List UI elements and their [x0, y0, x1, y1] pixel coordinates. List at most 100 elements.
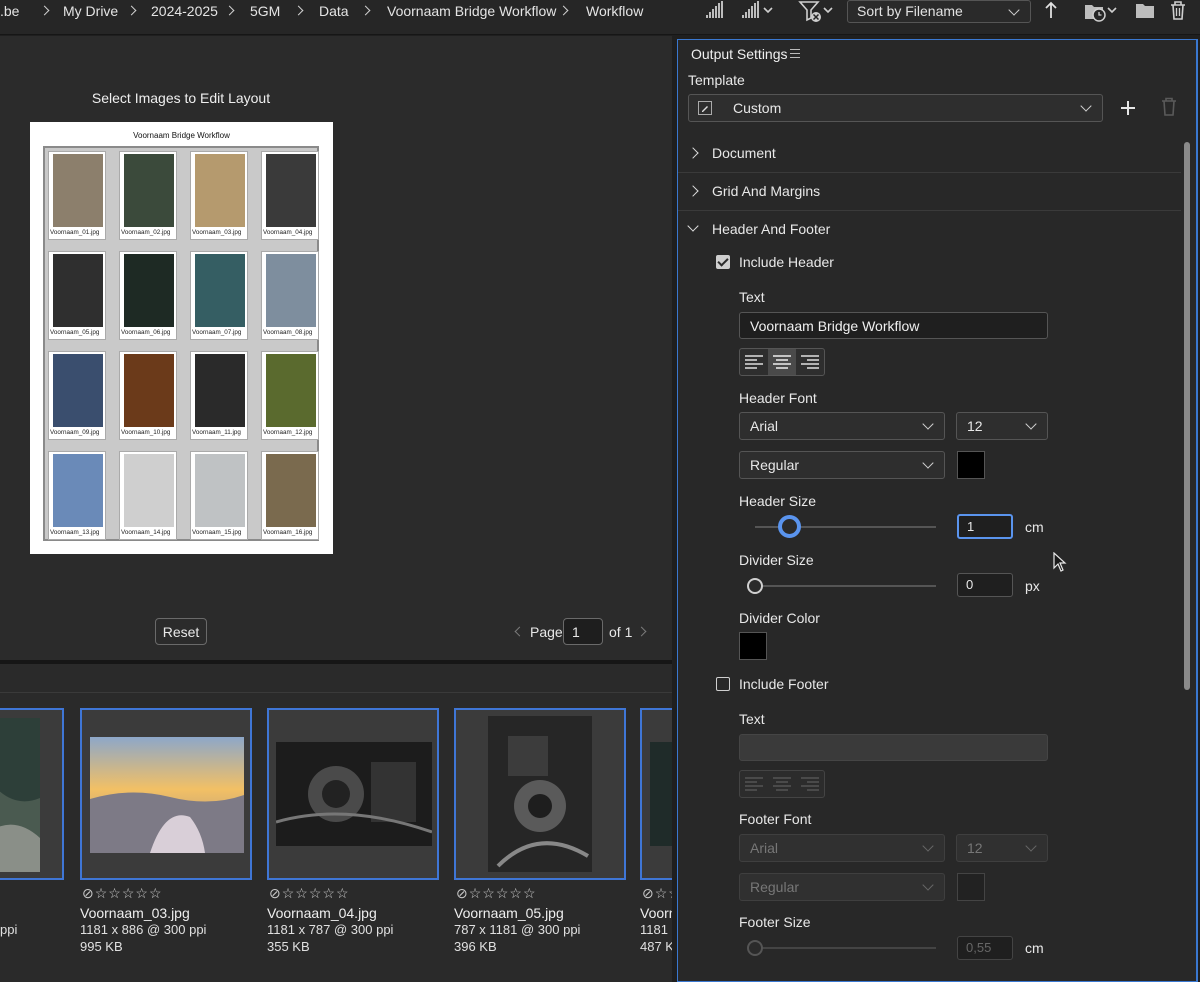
delete-template-icon[interactable]: [1160, 97, 1178, 117]
quality-high-icon[interactable]: [740, 0, 776, 22]
grid-cell[interactable]: Voornaam_06.jpg: [119, 251, 177, 340]
grid-cell[interactable]: Voornaam_03.jpg: [190, 151, 248, 240]
grid-cell[interactable]: Voornaam_10.jpg: [119, 351, 177, 440]
rating-stars[interactable]: ⊘☆☆☆☆☆: [82, 885, 163, 902]
grid-thumbnail-image: [195, 354, 245, 427]
grid-cell[interactable]: Voornaam_04.jpg: [261, 151, 319, 240]
sort-dropdown[interactable]: Sort by Filename: [847, 0, 1031, 23]
grid-cell[interactable]: Voornaam_11.jpg: [190, 351, 248, 440]
footer-text-input[interactable]: [739, 734, 1048, 761]
grid-cell[interactable]: Voornaam_12.jpg: [261, 351, 319, 440]
section-label: Header And Footer: [712, 221, 831, 237]
header-text-input[interactable]: Voornaam Bridge Workflow: [739, 312, 1048, 339]
reject-icon[interactable]: ⊘: [456, 885, 469, 901]
reject-icon[interactable]: ⊘: [642, 885, 655, 901]
contact-sheet-page[interactable]: Voornaam Bridge Workflow Voornaam_01.jpg…: [30, 122, 333, 554]
align-right-icon[interactable]: [796, 349, 824, 375]
footer-size-slider-knob[interactable]: [747, 940, 763, 956]
grid-thumbnail-image: [53, 454, 103, 527]
grid-cell[interactable]: Voornaam_01.jpg: [48, 151, 106, 240]
thumbnail-card[interactable]: [0, 708, 64, 880]
header-font-color-swatch[interactable]: [957, 451, 985, 479]
quality-low-icon[interactable]: [704, 0, 726, 22]
include-footer-label: Include Footer: [739, 676, 829, 692]
footer-size-slider-track[interactable]: [755, 947, 936, 949]
grid-thumbnail-caption: Voornaam_05.jpg: [50, 329, 100, 336]
rating-stars[interactable]: ⊘☆☆☆☆☆: [642, 885, 672, 902]
add-template-icon[interactable]: [1120, 100, 1136, 116]
divider-size-slider-knob[interactable]: [747, 578, 763, 594]
sort-direction-icon[interactable]: [1043, 0, 1059, 22]
previous-page-icon[interactable]: [514, 626, 525, 637]
align-left-icon[interactable]: [740, 349, 768, 375]
thumbnail-image: [276, 742, 432, 846]
page-number-input[interactable]: [563, 618, 603, 645]
footer-size-input[interactable]: 0,55: [957, 936, 1013, 960]
header-size-input[interactable]: 1: [957, 514, 1013, 539]
grid-cell[interactable]: Voornaam_08.jpg: [261, 251, 319, 340]
breadcrumb-item[interactable]: 5GM: [250, 3, 280, 19]
align-left-icon[interactable]: [740, 771, 768, 797]
breadcrumb-item-current[interactable]: Workflow: [586, 3, 643, 19]
delete-icon[interactable]: [1168, 0, 1188, 22]
breadcrumb-item[interactable]: 2024-2025: [151, 3, 218, 19]
divider-color-label: Divider Color: [739, 610, 820, 626]
grid-cell[interactable]: Voornaam_13.jpg: [48, 451, 106, 540]
divider-size-input[interactable]: 0: [957, 573, 1013, 597]
grid-thumbnail-caption: Voornaam_03.jpg: [192, 229, 242, 236]
header-font-style-dropdown[interactable]: Regular: [739, 451, 945, 479]
thumbnail-card[interactable]: [640, 708, 672, 880]
grid-cell[interactable]: Voornaam_14.jpg: [119, 451, 177, 540]
chevron-down-icon: [922, 457, 934, 469]
rating-stars[interactable]: ⊘☆☆☆☆☆: [269, 885, 350, 902]
grid-cell[interactable]: Voornaam_16.jpg: [261, 451, 319, 540]
thumbnail-card[interactable]: [80, 708, 252, 880]
reject-icon[interactable]: ⊘: [82, 885, 95, 901]
breadcrumb-item[interactable]: Data: [319, 3, 349, 19]
thumbnail-card[interactable]: [454, 708, 626, 880]
breadcrumb-item[interactable]: My Drive: [63, 3, 118, 19]
header-font-size-dropdown[interactable]: 12: [956, 412, 1048, 440]
panel-menu-icon[interactable]: [790, 49, 800, 58]
open-recent-icon[interactable]: [1084, 0, 1120, 22]
filter-icon[interactable]: [798, 0, 836, 22]
footer-font-dropdown[interactable]: Arial: [739, 834, 945, 862]
panel-scrollbar[interactable]: [1184, 142, 1190, 690]
grid-cell[interactable]: Voornaam_02.jpg: [119, 151, 177, 240]
next-page-icon[interactable]: [636, 626, 647, 637]
footer-font-style-dropdown[interactable]: Regular: [739, 873, 945, 901]
section-grid-and-margins[interactable]: Grid And Margins: [678, 173, 1181, 211]
reject-icon[interactable]: ⊘: [269, 885, 282, 901]
footer-size-unit: cm: [1025, 940, 1044, 956]
grid-thumbnail-image: [266, 454, 316, 527]
include-header-checkbox[interactable]: [716, 255, 730, 269]
reset-button[interactable]: Reset: [155, 618, 207, 645]
section-header-and-footer[interactable]: Header And Footer: [678, 211, 1181, 249]
template-dropdown[interactable]: Custom: [688, 94, 1103, 122]
footer-font-color-swatch[interactable]: [957, 873, 985, 901]
align-right-icon[interactable]: [796, 771, 824, 797]
align-center-icon[interactable]: [768, 349, 796, 375]
rating-stars[interactable]: ⊘☆☆☆☆☆: [456, 885, 537, 902]
align-center-icon[interactable]: [768, 771, 796, 797]
divider-size-slider-track[interactable]: [755, 585, 936, 587]
grid-cell[interactable]: Voornaam_05.jpg: [48, 251, 106, 340]
header-font-dropdown[interactable]: Arial: [739, 412, 945, 440]
grid-cell[interactable]: Voornaam_09.jpg: [48, 351, 106, 440]
grid-thumbnail-image: [124, 354, 174, 427]
footer-font-size-dropdown[interactable]: 12: [956, 834, 1048, 862]
include-footer-checkbox[interactable]: [716, 677, 730, 691]
breadcrumb-item[interactable]: Voornaam Bridge Workflow: [387, 3, 556, 19]
thumbnail-filesize: 487 K: [640, 939, 672, 954]
footer-size-label: Footer Size: [739, 914, 811, 930]
thumbnail-card[interactable]: [267, 708, 439, 880]
content-filmstrip: ppi ⊘☆☆☆☆☆ Voornaam_03.jpg 1181 x 886 @ …: [0, 664, 672, 982]
new-folder-icon[interactable]: [1134, 0, 1156, 22]
grid-cell[interactable]: Voornaam_15.jpg: [190, 451, 248, 540]
section-document[interactable]: Document: [678, 135, 1181, 173]
breadcrumb-item[interactable]: .be: [0, 3, 19, 19]
header-size-slider-knob[interactable]: [778, 515, 801, 538]
grid-thumbnail-image: [266, 354, 316, 427]
grid-cell[interactable]: Voornaam_07.jpg: [190, 251, 248, 340]
divider-color-swatch[interactable]: [739, 632, 767, 660]
